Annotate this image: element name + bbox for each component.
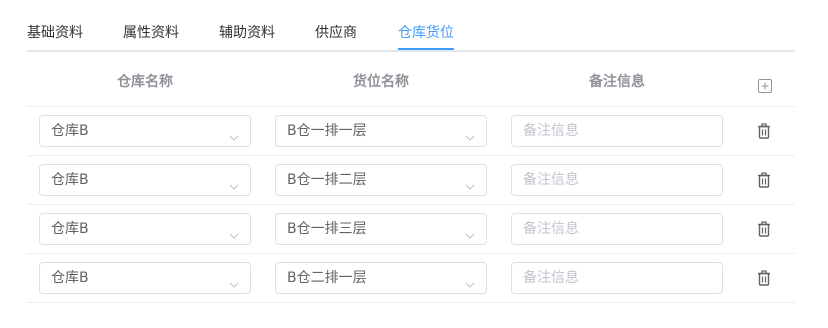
warehouse-select-value: 仓库B (51, 172, 89, 188)
warehouse-select[interactable]: 仓库B (39, 164, 251, 196)
remark-input[interactable] (523, 166, 703, 194)
column-header-remark: 备注信息 (589, 74, 645, 90)
tab-attribute-info[interactable]: 属性资料 (123, 23, 179, 43)
location-select-value: B仓二排一层 (287, 270, 367, 286)
warehouse-select[interactable]: 仓库B (39, 262, 251, 294)
location-select[interactable]: B仓二排一层 (275, 262, 487, 294)
table-row: 仓库B B仓一排二层 (27, 156, 795, 205)
table-header: 仓库名称 货位名称 备注信息 (27, 58, 795, 107)
warehouse-location-table: 仓库名称 货位名称 备注信息 仓库BB仓一排一层仓库BB仓一排二层仓库BB仓一排… (27, 58, 795, 303)
remark-input[interactable] (523, 117, 703, 145)
tab-supplier[interactable]: 供应商 (315, 23, 357, 43)
tab-auxiliary-info[interactable]: 辅助资料 (219, 23, 275, 43)
location-select[interactable]: B仓一排一层 (275, 115, 487, 147)
trash-icon[interactable] (757, 270, 773, 286)
chevron-down-icon (228, 125, 240, 141)
warehouse-select-value: 仓库B (51, 123, 89, 139)
chevron-down-icon (228, 223, 240, 239)
chevron-down-icon (228, 272, 240, 288)
chevron-down-icon (464, 125, 476, 141)
chevron-down-icon (464, 223, 476, 239)
warehouse-select-value: 仓库B (51, 270, 89, 286)
warehouse-select[interactable]: 仓库B (39, 213, 251, 245)
table-row: 仓库B B仓一排三层 (27, 205, 795, 254)
trash-icon[interactable] (757, 172, 773, 188)
remark-input[interactable] (523, 264, 703, 292)
chevron-down-icon (464, 174, 476, 190)
column-header-warehouse: 仓库名称 (117, 74, 173, 90)
location-select[interactable]: B仓一排三层 (275, 213, 487, 245)
tab-warehouse-location[interactable]: 仓库货位 (398, 23, 454, 43)
remark-input[interactable] (523, 215, 703, 243)
chevron-down-icon (228, 174, 240, 190)
warehouse-settings-panel: 基础资料 属性资料 辅助资料 供应商 仓库货位 仓库名称 货位名称 备注信息 仓… (0, 0, 828, 328)
trash-icon[interactable] (757, 221, 773, 237)
remark-field-wrapper (511, 262, 723, 294)
warehouse-select-value: 仓库B (51, 221, 89, 237)
location-select-value: B仓一排一层 (287, 123, 367, 139)
active-tab-indicator (398, 48, 454, 50)
location-select[interactable]: B仓一排二层 (275, 164, 487, 196)
location-select-value: B仓一排二层 (287, 172, 367, 188)
tab-bar: 基础资料 属性资料 辅助资料 供应商 仓库货位 (27, 0, 795, 52)
plus-square-icon[interactable] (758, 78, 774, 94)
table-row: 仓库B B仓一排一层 (27, 107, 795, 156)
trash-icon[interactable] (757, 123, 773, 139)
remark-field-wrapper (511, 164, 723, 196)
chevron-down-icon (464, 272, 476, 288)
warehouse-select[interactable]: 仓库B (39, 115, 251, 147)
location-select-value: B仓一排三层 (287, 221, 367, 237)
column-header-location: 货位名称 (353, 74, 409, 90)
tab-basic-info[interactable]: 基础资料 (27, 23, 83, 43)
remark-field-wrapper (511, 115, 723, 147)
remark-field-wrapper (511, 213, 723, 245)
table-row: 仓库B B仓二排一层 (27, 254, 795, 303)
